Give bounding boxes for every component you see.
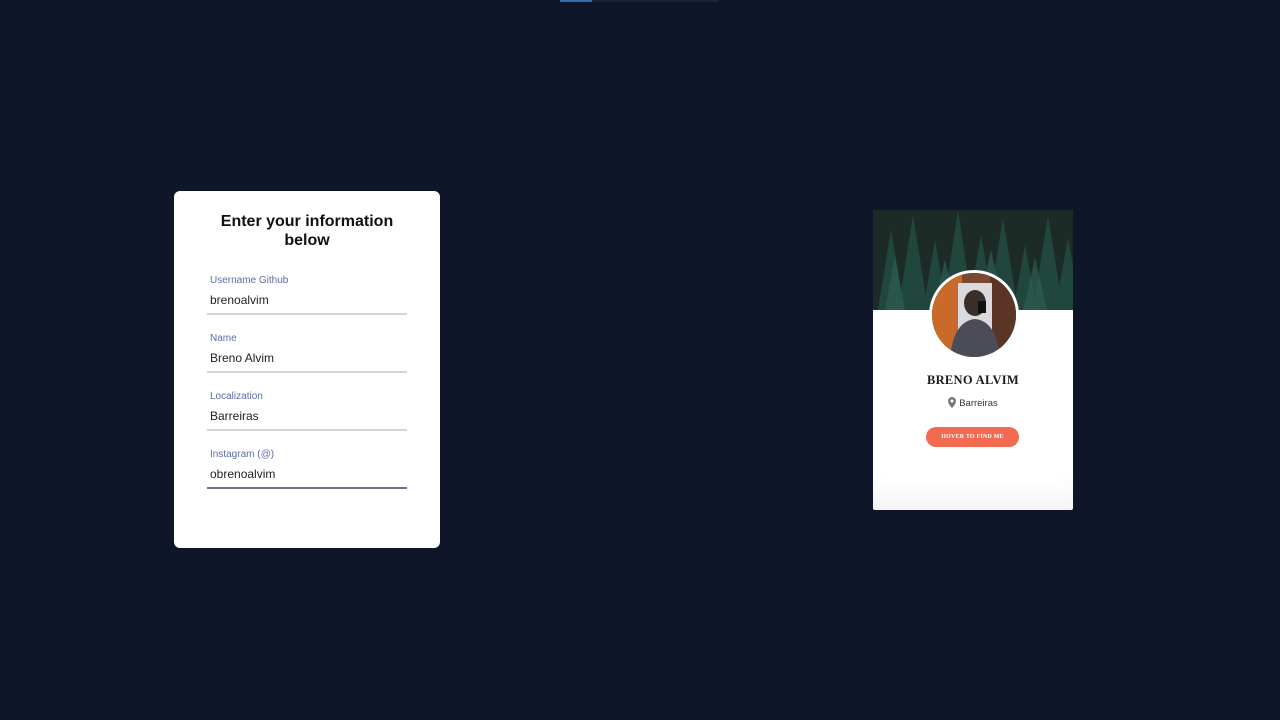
profile-card: BRENO ALVIM Barreiras HOVER TO FIND ME — [873, 210, 1073, 510]
map-pin-icon — [948, 397, 957, 411]
github-username-label: Username Github — [210, 275, 289, 286]
name-input[interactable] — [210, 349, 404, 367]
profile-avatar — [929, 270, 1019, 360]
info-form-card: Enter your information below Username Gi… — [174, 191, 440, 548]
top-progress-bar — [560, 0, 718, 2]
name-field: Name — [207, 333, 407, 373]
instagram-field: Instagram (@) — [207, 449, 407, 489]
location-text: Barreiras — [959, 398, 998, 409]
github-username-field: Username Github — [207, 275, 407, 315]
instagram-label: Instagram (@) — [210, 449, 275, 460]
instagram-input[interactable] — [210, 465, 404, 483]
hover-to-find-me-button[interactable]: HOVER TO FIND ME — [926, 427, 1019, 447]
github-username-input[interactable] — [210, 291, 404, 309]
profile-location: Barreiras — [873, 397, 1073, 411]
localization-label: Localization — [210, 391, 263, 402]
form-title: Enter your information below — [220, 213, 394, 249]
localization-input[interactable] — [210, 407, 404, 425]
top-progress-fill — [560, 0, 592, 2]
profile-name: BRENO ALVIM — [926, 373, 1020, 387]
name-label: Name — [210, 333, 237, 344]
localization-field: Localization — [207, 391, 407, 431]
page: Enter your information below Username Gi… — [0, 0, 1280, 720]
